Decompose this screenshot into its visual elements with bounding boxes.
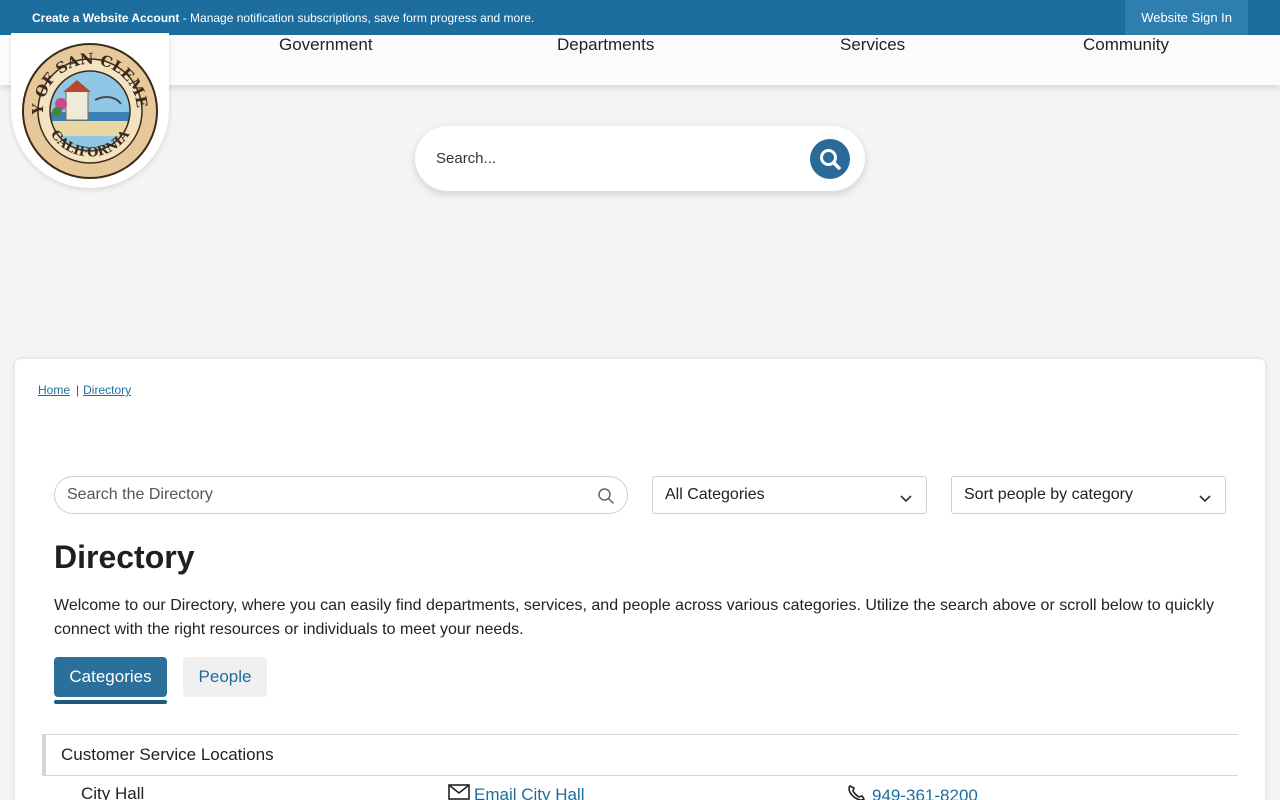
section-header[interactable]: Customer Service Locations <box>42 734 1238 776</box>
search-icon <box>820 149 841 170</box>
account-banner-text: - Manage notification subscriptions, sav… <box>179 10 535 25</box>
active-tab-indicator <box>54 700 167 704</box>
directory-entry-phone: 949-361-8200 <box>846 784 978 800</box>
breadcrumb-separator: | <box>76 383 80 397</box>
breadcrumb: Home | Directory <box>38 383 131 397</box>
search-icon[interactable] <box>597 487 615 510</box>
category-select[interactable]: All Categories <box>652 476 927 514</box>
directory-entry-email: Email City Hall <box>448 784 585 800</box>
category-select-value: All Categories <box>665 486 765 503</box>
create-account-link[interactable]: Create a Website Account <box>32 11 179 25</box>
tab-categories[interactable]: Categories <box>54 657 167 697</box>
nav-item-government[interactable]: Government <box>279 35 373 55</box>
sort-select[interactable]: Sort people by category <box>951 476 1226 514</box>
nav-item-community[interactable]: Community <box>1083 35 1169 55</box>
content-card: Home|Directory All Categories Sort peopl… <box>15 359 1265 800</box>
phone-icon <box>846 784 868 800</box>
directory-search <box>54 476 628 514</box>
site-search-input[interactable] <box>436 150 796 167</box>
intro-text: Welcome to our Directory, where you can … <box>54 597 1214 638</box>
breadcrumb-directory[interactable]: Directory <box>83 383 131 397</box>
page-title: Directory <box>54 539 195 575</box>
main-navigation: Government Departments Services Communit… <box>0 35 1280 85</box>
breadcrumb-home[interactable]: Home <box>38 383 70 397</box>
chevron-down-icon <box>900 490 912 508</box>
directory-entry-name: City Hall <box>81 784 145 800</box>
email-link[interactable]: Email City Hall <box>474 785 585 800</box>
tab-people[interactable]: People <box>183 657 267 697</box>
site-search <box>415 126 865 191</box>
top-bar: Create a Website Account - Manage notifi… <box>0 0 1280 35</box>
sort-select-value: Sort people by category <box>964 486 1133 503</box>
section-title: Customer Service Locations <box>61 745 274 764</box>
phone-link[interactable]: 949-361-8200 <box>872 786 978 800</box>
email-icon <box>448 784 470 800</box>
site-search-button[interactable] <box>810 139 850 179</box>
chevron-down-icon <box>1199 490 1211 508</box>
directory-search-input[interactable] <box>67 486 567 504</box>
city-seal-icon: CITY OF SAN CLEMENTE CALIFORNIA <box>21 42 158 179</box>
account-banner: Create a Website Account - Manage notifi… <box>0 11 534 25</box>
nav-item-services[interactable]: Services <box>840 35 905 55</box>
city-logo[interactable]: CITY OF SAN CLEMENTE CALIFORNIA <box>11 33 169 188</box>
website-sign-in-button[interactable]: Website Sign In <box>1125 0 1248 35</box>
nav-item-departments[interactable]: Departments <box>557 35 654 55</box>
